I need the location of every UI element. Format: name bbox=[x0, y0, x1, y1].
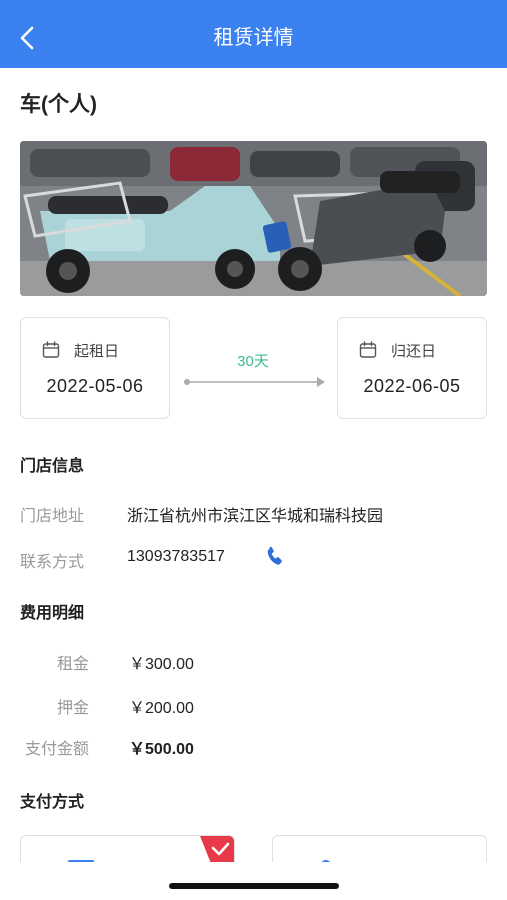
contact-phone-value: 13093783517 bbox=[127, 548, 225, 565]
calendar-icon bbox=[42, 341, 60, 358]
arrow-right-icon bbox=[184, 377, 325, 387]
page-title: 租赁详情 bbox=[213, 27, 294, 49]
store-address-label: 门店地址 bbox=[20, 508, 85, 525]
end-date-value: 2022-06-05 bbox=[363, 376, 461, 396]
home-indicator bbox=[169, 883, 339, 889]
payment-method-title: 支付方式 bbox=[20, 794, 85, 811]
bottom-safe-area bbox=[0, 862, 507, 900]
end-date-label: 归还日 bbox=[391, 342, 437, 360]
start-date-value: 2022-05-06 bbox=[46, 376, 144, 396]
rent-label: 租金 bbox=[56, 656, 89, 673]
start-date-label: 起租日 bbox=[74, 342, 120, 360]
deposit-value: ￥200.00 bbox=[129, 700, 194, 717]
vehicle-photo bbox=[20, 141, 487, 296]
phone-icon[interactable] bbox=[262, 545, 286, 569]
total-payment-label: 支付金额 bbox=[24, 741, 89, 758]
rent-value: ￥300.00 bbox=[129, 656, 194, 673]
total-payment-value: ￥500.00 bbox=[129, 741, 194, 758]
vehicle-title: 车(个人) bbox=[20, 93, 97, 116]
end-date-card: 归还日 2022-06-05 bbox=[337, 317, 487, 419]
start-date-card: 起租日 2022-05-06 bbox=[20, 317, 170, 419]
rental-duration: 30天 bbox=[237, 353, 269, 370]
store-info-title: 门店信息 bbox=[20, 458, 85, 475]
deposit-label: 押金 bbox=[56, 700, 89, 717]
calendar-icon bbox=[359, 341, 377, 358]
fee-details-title: 费用明细 bbox=[20, 605, 85, 622]
store-address-value: 浙江省杭州市滨江区华城和瑞科技园 bbox=[127, 508, 384, 525]
navbar: 租赁详情 bbox=[0, 0, 507, 68]
contact-label: 联系方式 bbox=[20, 554, 85, 571]
